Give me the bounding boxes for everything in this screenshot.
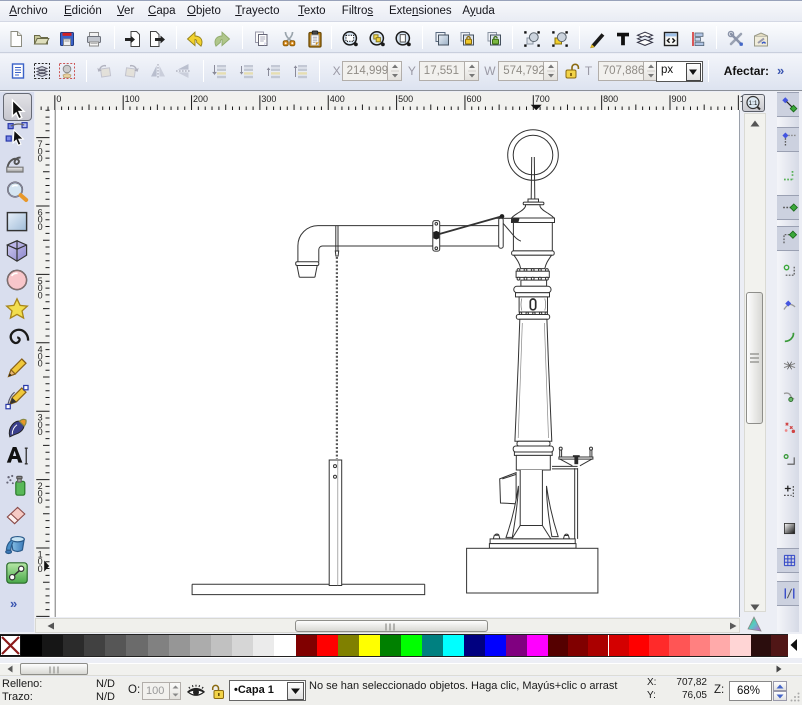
svg-text:700: 700	[535, 94, 550, 104]
svg-text:0: 0	[38, 154, 43, 164]
svg-text:800: 800	[603, 94, 618, 104]
svg-text:500: 500	[398, 94, 413, 104]
svg-text:400: 400	[330, 94, 345, 104]
svg-text:0: 0	[38, 564, 43, 574]
svg-text:0: 0	[56, 94, 61, 104]
svg-text:300: 300	[261, 94, 276, 104]
svg-text:900: 900	[672, 94, 687, 104]
svg-text:100: 100	[125, 94, 140, 104]
svg-text:0: 0	[38, 222, 43, 232]
svg-text:600: 600	[466, 94, 481, 104]
svg-text:0: 0	[38, 359, 43, 369]
svg-text:200: 200	[193, 94, 208, 104]
svg-text:0: 0	[38, 427, 43, 437]
svg-text:0: 0	[38, 290, 43, 300]
svg-text:1:1: 1:1	[748, 100, 757, 107]
svg-text:0: 0	[38, 496, 43, 506]
